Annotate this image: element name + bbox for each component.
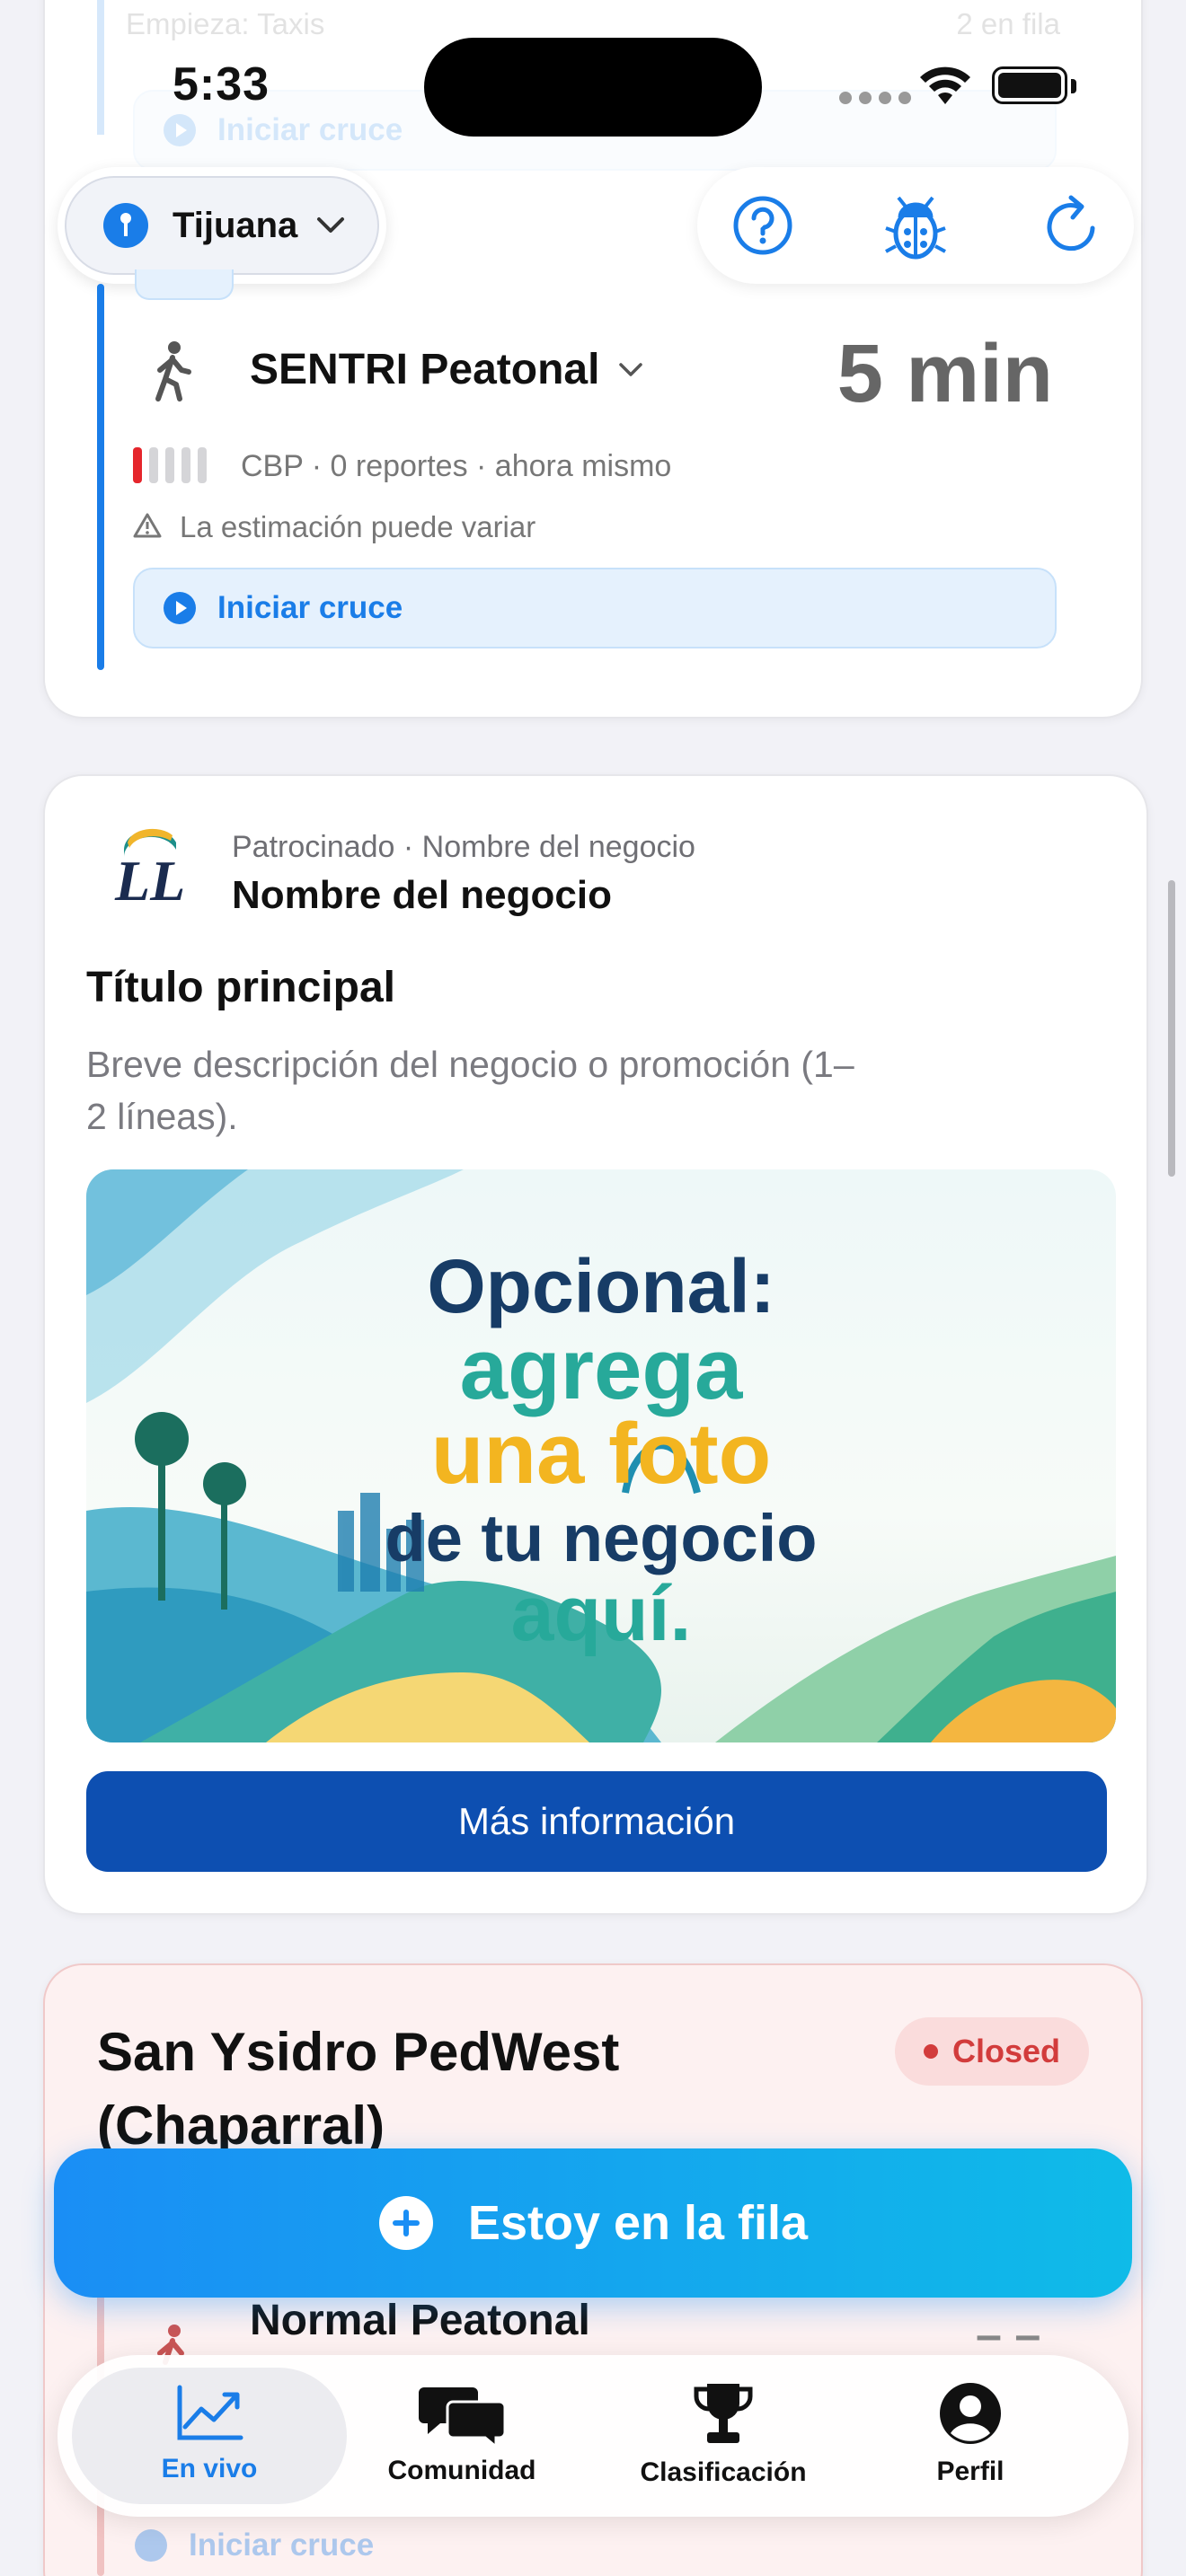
signal-dots-icon [839, 92, 911, 104]
more-info-label: Más información [457, 1800, 736, 1842]
person-circle-icon [940, 2383, 1001, 2444]
start-crossing-label: Iniciar cruce [189, 2527, 375, 2563]
lane-selector[interactable]: SENTRI Peatonal [250, 345, 644, 394]
queue-count-label: 2 en fila [956, 7, 1060, 40]
bug-icon[interactable] [881, 190, 951, 262]
port-wait-placeholder: – – [976, 2309, 1041, 2361]
play-icon [164, 592, 196, 624]
port-lane-name: Normal Peatonal [250, 2297, 590, 2344]
ad-image-text-3: una foto [430, 1406, 772, 1502]
previous-start-row: Empieza: Taxis 2 en fila [126, 7, 1060, 41]
status-label: Closed [951, 2033, 1061, 2069]
tab-label: Perfil [936, 2457, 1005, 2486]
port-title-line1: San Ysidro PedWest [97, 2022, 620, 2082]
signal-strength-bars [133, 447, 207, 483]
wifi-icon [920, 66, 970, 104]
wait-time: 5 min [836, 328, 1053, 419]
chart-line-icon [177, 2385, 243, 2440]
ad-description-line2: 2 líneas). [86, 1096, 238, 1137]
chevron-down-icon [619, 362, 643, 376]
status-badge: Closed [895, 2017, 1089, 2086]
tab-label: Clasificación [640, 2457, 807, 2487]
plus-circle-icon [378, 2196, 433, 2250]
warning-icon [133, 513, 162, 538]
refresh-icon[interactable] [1040, 192, 1105, 260]
status-time: 5:33 [173, 58, 270, 110]
port-title-line2: (Chaparral) [97, 2095, 385, 2156]
play-icon [135, 2529, 167, 2562]
help-icon[interactable] [731, 194, 794, 257]
estimate-warning: La estimación puede variar [180, 510, 536, 543]
previous-chip [135, 269, 234, 300]
ad-image-text-5: aquí. [510, 1571, 692, 1657]
location-label: Tijuana [173, 205, 298, 245]
scroll-indicator[interactable] [1168, 880, 1175, 1177]
tab-en-vivo[interactable]: En vivo [72, 2362, 347, 2506]
chat-bubbles-icon [419, 2387, 507, 2448]
battery-tip [1071, 79, 1076, 93]
crossing-accent-bar [97, 284, 104, 670]
more-info-button[interactable]: Más información [86, 1771, 1107, 1872]
lane-name: SENTRI Peatonal [250, 346, 600, 393]
previous-card-accent-bar [97, 0, 104, 135]
tab-label: Comunidad [387, 2456, 536, 2485]
logo-letters: LL [115, 849, 186, 913]
starts-label: Empieza: Taxis [126, 7, 325, 40]
sponsor-line: Patrocinado · Nombre del negocio [232, 830, 695, 864]
trophy-icon [694, 2384, 753, 2443]
start-crossing-label: Iniciar cruce [217, 590, 403, 625]
start-crossing-button[interactable]: Iniciar cruce [133, 568, 1057, 648]
chevron-down-icon [317, 217, 345, 233]
business-name: Nombre del negocio [232, 873, 612, 917]
port-start-crossing-button[interactable]: Iniciar cruce [135, 2527, 374, 2563]
in-queue-label: Estoy en la fila [467, 2196, 809, 2250]
business-logo: LL [101, 817, 199, 916]
dynamic-island [424, 38, 762, 137]
tab-comunidad[interactable]: Comunidad [356, 2362, 568, 2506]
tab-label: En vivo [161, 2454, 258, 2483]
play-icon [164, 114, 196, 146]
in-queue-button[interactable]: Estoy en la fila [54, 2148, 1132, 2298]
ad-title: Título principal [86, 964, 395, 1011]
location-button[interactable]: Tijuana [58, 167, 386, 284]
pin-icon [103, 203, 148, 248]
tab-clasificacion[interactable]: Clasificación [611, 2362, 836, 2506]
ad-image: Opcional: agrega una foto de tu negocio … [86, 1169, 1116, 1742]
start-crossing-label: Iniciar cruce [217, 112, 403, 147]
ad-image-text-1: Opcional: [427, 1244, 775, 1328]
ad-description-line1: Breve descripción del negocio o promoció… [86, 1044, 854, 1085]
tab-perfil[interactable]: Perfil [881, 2362, 1060, 2506]
walking-person-icon [155, 341, 191, 401]
top-actions-bar [697, 167, 1134, 284]
battery-icon [992, 66, 1067, 104]
ad-image-text-4: de tu negocio [385, 1501, 818, 1575]
status-dot [923, 2044, 938, 2059]
report-meta: CBP · 0 reportes · ahora mismo [241, 449, 672, 483]
